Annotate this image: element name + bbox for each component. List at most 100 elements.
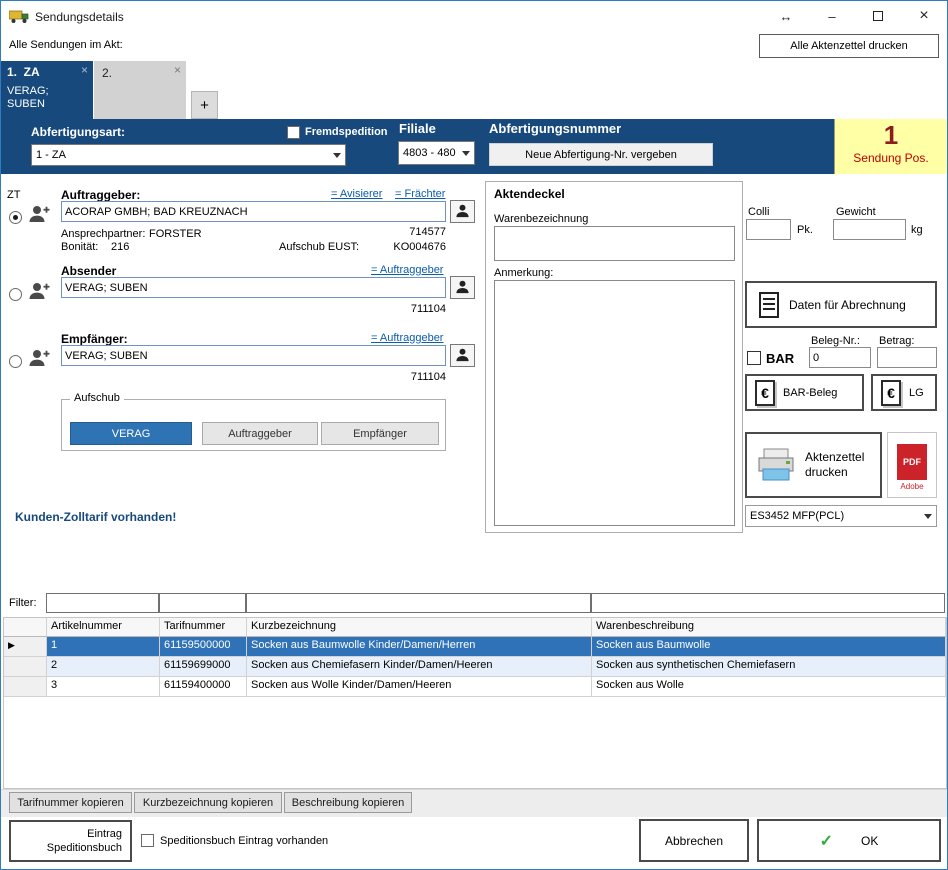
pdf-icon: PDF [897,444,927,480]
row-pointer-icon: ▶ [8,640,15,650]
bar-beleg-button[interactable]: € BAR-Beleg [745,374,864,411]
absender-contact-button[interactable] [450,276,475,299]
abrechnung-button[interactable]: Daten für Abrechnung [745,281,937,328]
grid-row-3[interactable]: 3 61159400000 Socken aus Wolle Kinder/Da… [4,677,946,697]
gewicht-label: Gewicht [836,206,876,218]
cancel-button[interactable]: Abbrechen [639,819,749,862]
aktendeckel-title: Aktendeckel [494,187,565,201]
bonitaet-value: 216 [111,241,129,253]
auftraggeber-radio[interactable] [9,211,22,224]
warenbezeichnung-label: Warenbezeichnung [494,213,588,225]
column-header-tarifnummer[interactable]: Tarifnummer [160,618,247,637]
close-button[interactable]: × [901,1,947,31]
filter-input-kurzbezeichnung[interactable] [246,593,591,613]
kg-label: kg [911,224,923,236]
zolltarif-hint: Kunden-Zolltarif vorhanden! [15,510,176,524]
add-contact-icon[interactable] [27,280,51,305]
bar-checkbox[interactable] [747,351,761,365]
filiale-value: 4803 - 480 [399,147,458,159]
fremdspedition-checkbox[interactable] [287,126,300,139]
aufschub-group: Aufschub VERAG Auftraggeber Empfänger [61,399,446,451]
empfaenger-input[interactable] [61,345,446,366]
person-icon [455,347,470,362]
tab-sendung-2[interactable]: 2. × [94,61,186,119]
filter-input-artikelnummer[interactable] [46,593,159,613]
absender-radio[interactable] [9,288,22,301]
column-header-artikelnummer[interactable]: Artikelnummer [47,618,160,637]
lg-button[interactable]: € LG [871,374,937,411]
pdf-button[interactable]: PDF Adobe [887,432,937,498]
aufschub-verag-button[interactable]: VERAG [70,422,192,445]
auftraggeber-number: 714577 [361,226,446,238]
speditionsbuch-entry-button[interactable]: Eintrag Speditionsbuch [9,820,132,862]
empfaenger-radio[interactable] [9,355,22,368]
auftraggeber-input[interactable] [61,201,446,222]
copy-beschreibung-button[interactable]: Beschreibung kopieren [284,792,412,813]
colli-label: Colli [748,206,769,218]
cell-artikelnummer: 1 [47,637,160,657]
column-header-kurzbezeichnung[interactable]: Kurzbezeichnung [247,618,592,637]
beleg-nr-input[interactable] [809,347,871,368]
chevron-down-icon [329,145,345,165]
cancel-label: Abbrechen [665,834,723,848]
minimize-button[interactable]: – [809,1,855,31]
abfertigungsnummer-label: Abfertigungsnummer [489,121,621,136]
abfertigungsart-label: Abfertigungsart: [31,125,125,139]
ok-button[interactable]: ✓ OK [757,819,941,862]
lg-label: LG [909,387,924,399]
print-all-aktenzettel-button[interactable]: Alle Aktenzettel drucken [759,34,939,58]
absender-input[interactable] [61,277,446,298]
abfertigungsart-select[interactable]: 1 - ZA [31,144,346,166]
abrechnung-button-label: Daten für Abrechnung [789,298,906,312]
grid-row-1[interactable]: ▶ 1 61159500000 Socken aus Baumwolle Kin… [4,637,946,657]
warenbezeichnung-input[interactable] [494,226,735,261]
auftraggeber-contact-button[interactable] [450,200,475,223]
neue-abfertigungsnr-button[interactable]: Neue Abfertigung-Nr. vergeben [489,143,713,166]
empfaenger-contact-button[interactable] [450,344,475,367]
printer-value: ES3452 MFP(PCL) [746,510,920,522]
filter-input-warenbeschreibung[interactable] [591,593,945,613]
absender-auftraggeber-link[interactable]: = Auftraggeber [371,264,443,276]
tab-sendung-1[interactable]: 1. ZA × VERAG; SUBEN [1,61,93,119]
aufschub-empfaenger-button[interactable]: Empfänger [321,422,439,445]
speditionsbuch-checkbox-label: Speditionsbuch Eintrag vorhanden [160,835,328,847]
betrag-input[interactable] [877,347,937,368]
anmerkung-textarea[interactable] [494,280,735,526]
cell-warenbeschreibung: Socken aus synthetischen Chemiefasern [592,657,946,677]
add-tab-button[interactable]: + [191,91,218,119]
copy-tarifnummer-button[interactable]: Tarifnummer kopieren [9,792,132,813]
fremdspedition-label: Fremdspedition [305,126,388,138]
chevron-down-icon [920,506,936,526]
resize-icon[interactable]: ↔ [763,1,809,31]
person-icon [455,279,470,294]
gewicht-input[interactable] [833,219,906,240]
cell-tarifnummer: 61159400000 [160,677,247,697]
grid-header-row: Artikelnummer Tarifnummer Kurzbezeichnun… [4,618,946,637]
avisierer-link[interactable]: = Avisierer [331,188,382,200]
tab2-close-icon[interactable]: × [174,63,181,77]
grid-row-2[interactable]: 2 61159699000 Socken aus Chemiefasern Ki… [4,657,946,677]
cell-kurzbezeichnung: Socken aus Chemiefasern Kinder/Damen/Hee… [247,657,592,677]
sendung-pos-value: 1 [835,120,947,151]
sendungen-label: Alle Sendungen im Akt: [9,39,123,51]
aktenzettel-print-button[interactable]: Aktenzettel drucken [745,432,882,498]
row-header-cell: ▶ [4,637,47,657]
filter-input-tarifnummer[interactable] [159,593,246,613]
aufschub-auftraggeber-button[interactable]: Auftraggeber [202,422,318,445]
printer-select[interactable]: ES3452 MFP(PCL) [745,505,937,527]
speditionsbuch-checkbox[interactable] [141,834,154,847]
pdf-icon-caption: Adobe [888,482,936,491]
maximize-button[interactable] [855,1,901,31]
bonitaet-label: Bonität: [61,241,98,253]
filiale-select[interactable]: 4803 - 480 [398,141,475,165]
colli-input[interactable] [746,219,791,240]
tab1-close-icon[interactable]: × [81,63,88,77]
column-header-warenbeschreibung[interactable]: Warenbeschreibung [592,618,946,637]
add-contact-icon[interactable] [27,347,51,372]
artikel-grid: Artikelnummer Tarifnummer Kurzbezeichnun… [3,617,947,789]
filter-label: Filter: [9,597,37,609]
add-contact-icon[interactable] [27,203,51,228]
empfaenger-auftraggeber-link[interactable]: = Auftraggeber [371,332,443,344]
copy-kurzbezeichnung-button[interactable]: Kurzbezeichnung kopieren [134,792,282,813]
fraechter-link[interactable]: = Frächter [395,188,445,200]
